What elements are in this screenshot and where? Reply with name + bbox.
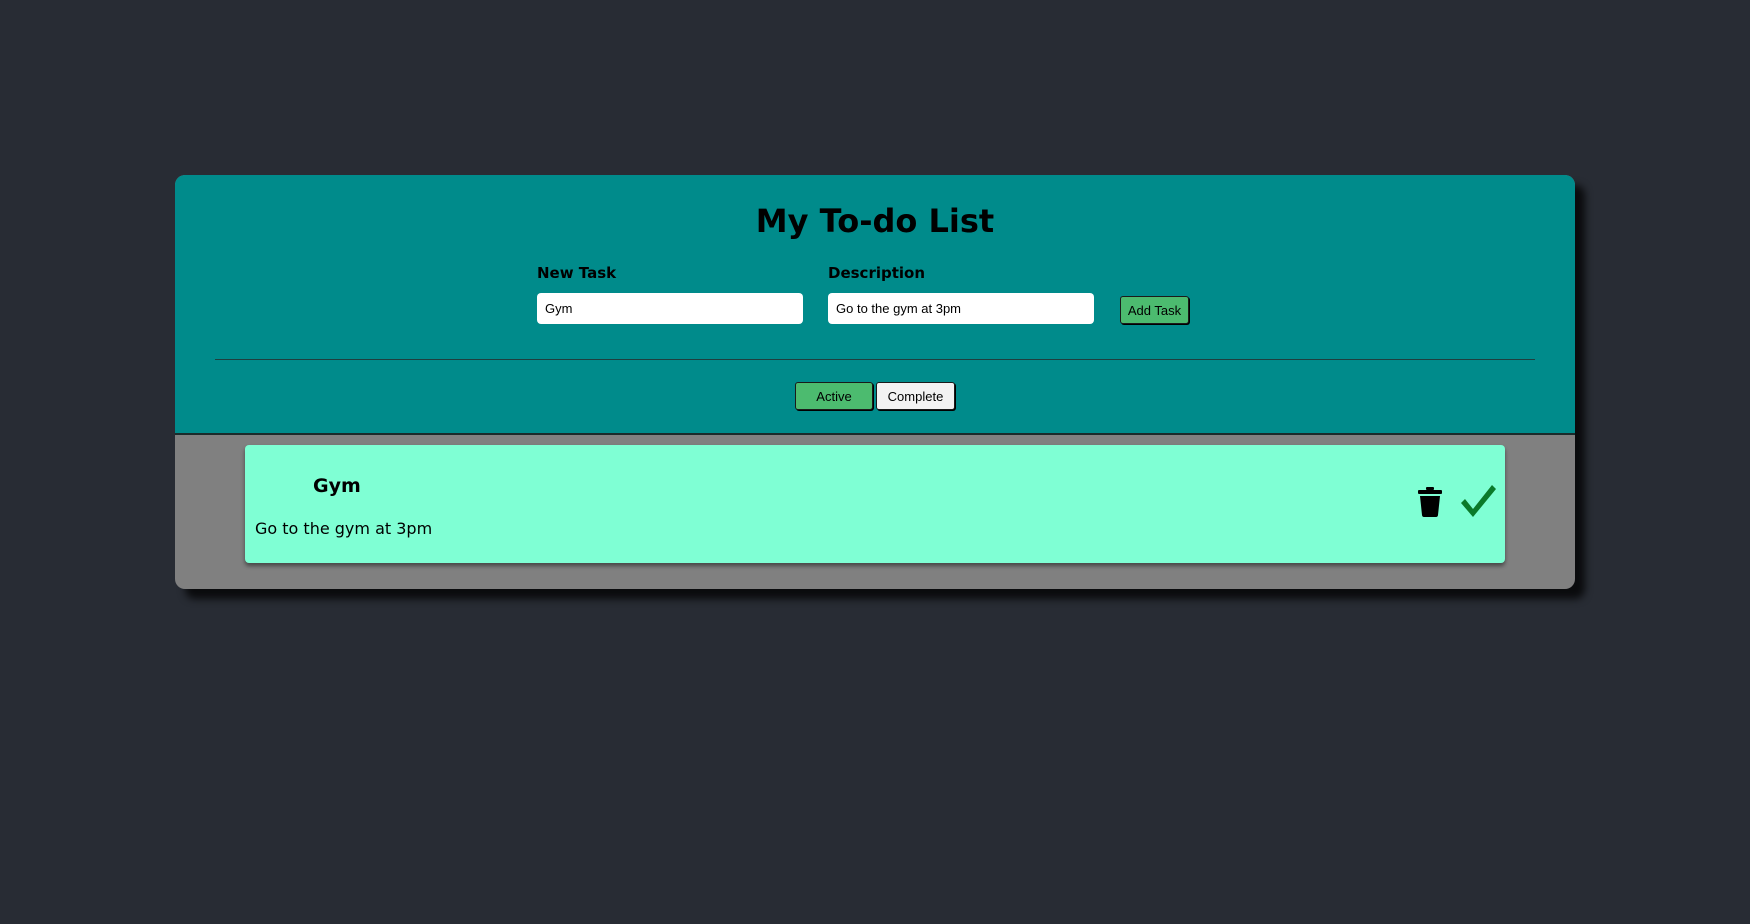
- check-icon[interactable]: [1459, 483, 1497, 519]
- new-task-label: New Task: [537, 264, 617, 282]
- task-title: Gym: [313, 475, 361, 497]
- active-filter-button[interactable]: Active: [795, 382, 873, 410]
- trash-icon[interactable]: [1418, 487, 1442, 517]
- task-description: Go to the gym at 3pm: [255, 519, 433, 538]
- task-item: Gym Go to the gym at 3pm: [245, 445, 1505, 563]
- page-title: My To-do List: [755, 202, 995, 240]
- header-panel: My To-do List New Task Description Add T…: [175, 175, 1575, 435]
- divider: [215, 359, 1535, 360]
- complete-filter-button[interactable]: Complete: [876, 382, 955, 410]
- description-input[interactable]: [828, 293, 1094, 324]
- new-task-input[interactable]: [537, 293, 803, 324]
- add-task-button[interactable]: Add Task: [1120, 296, 1189, 324]
- todo-app-card: My To-do List New Task Description Add T…: [175, 175, 1575, 589]
- description-label: Description: [828, 264, 926, 282]
